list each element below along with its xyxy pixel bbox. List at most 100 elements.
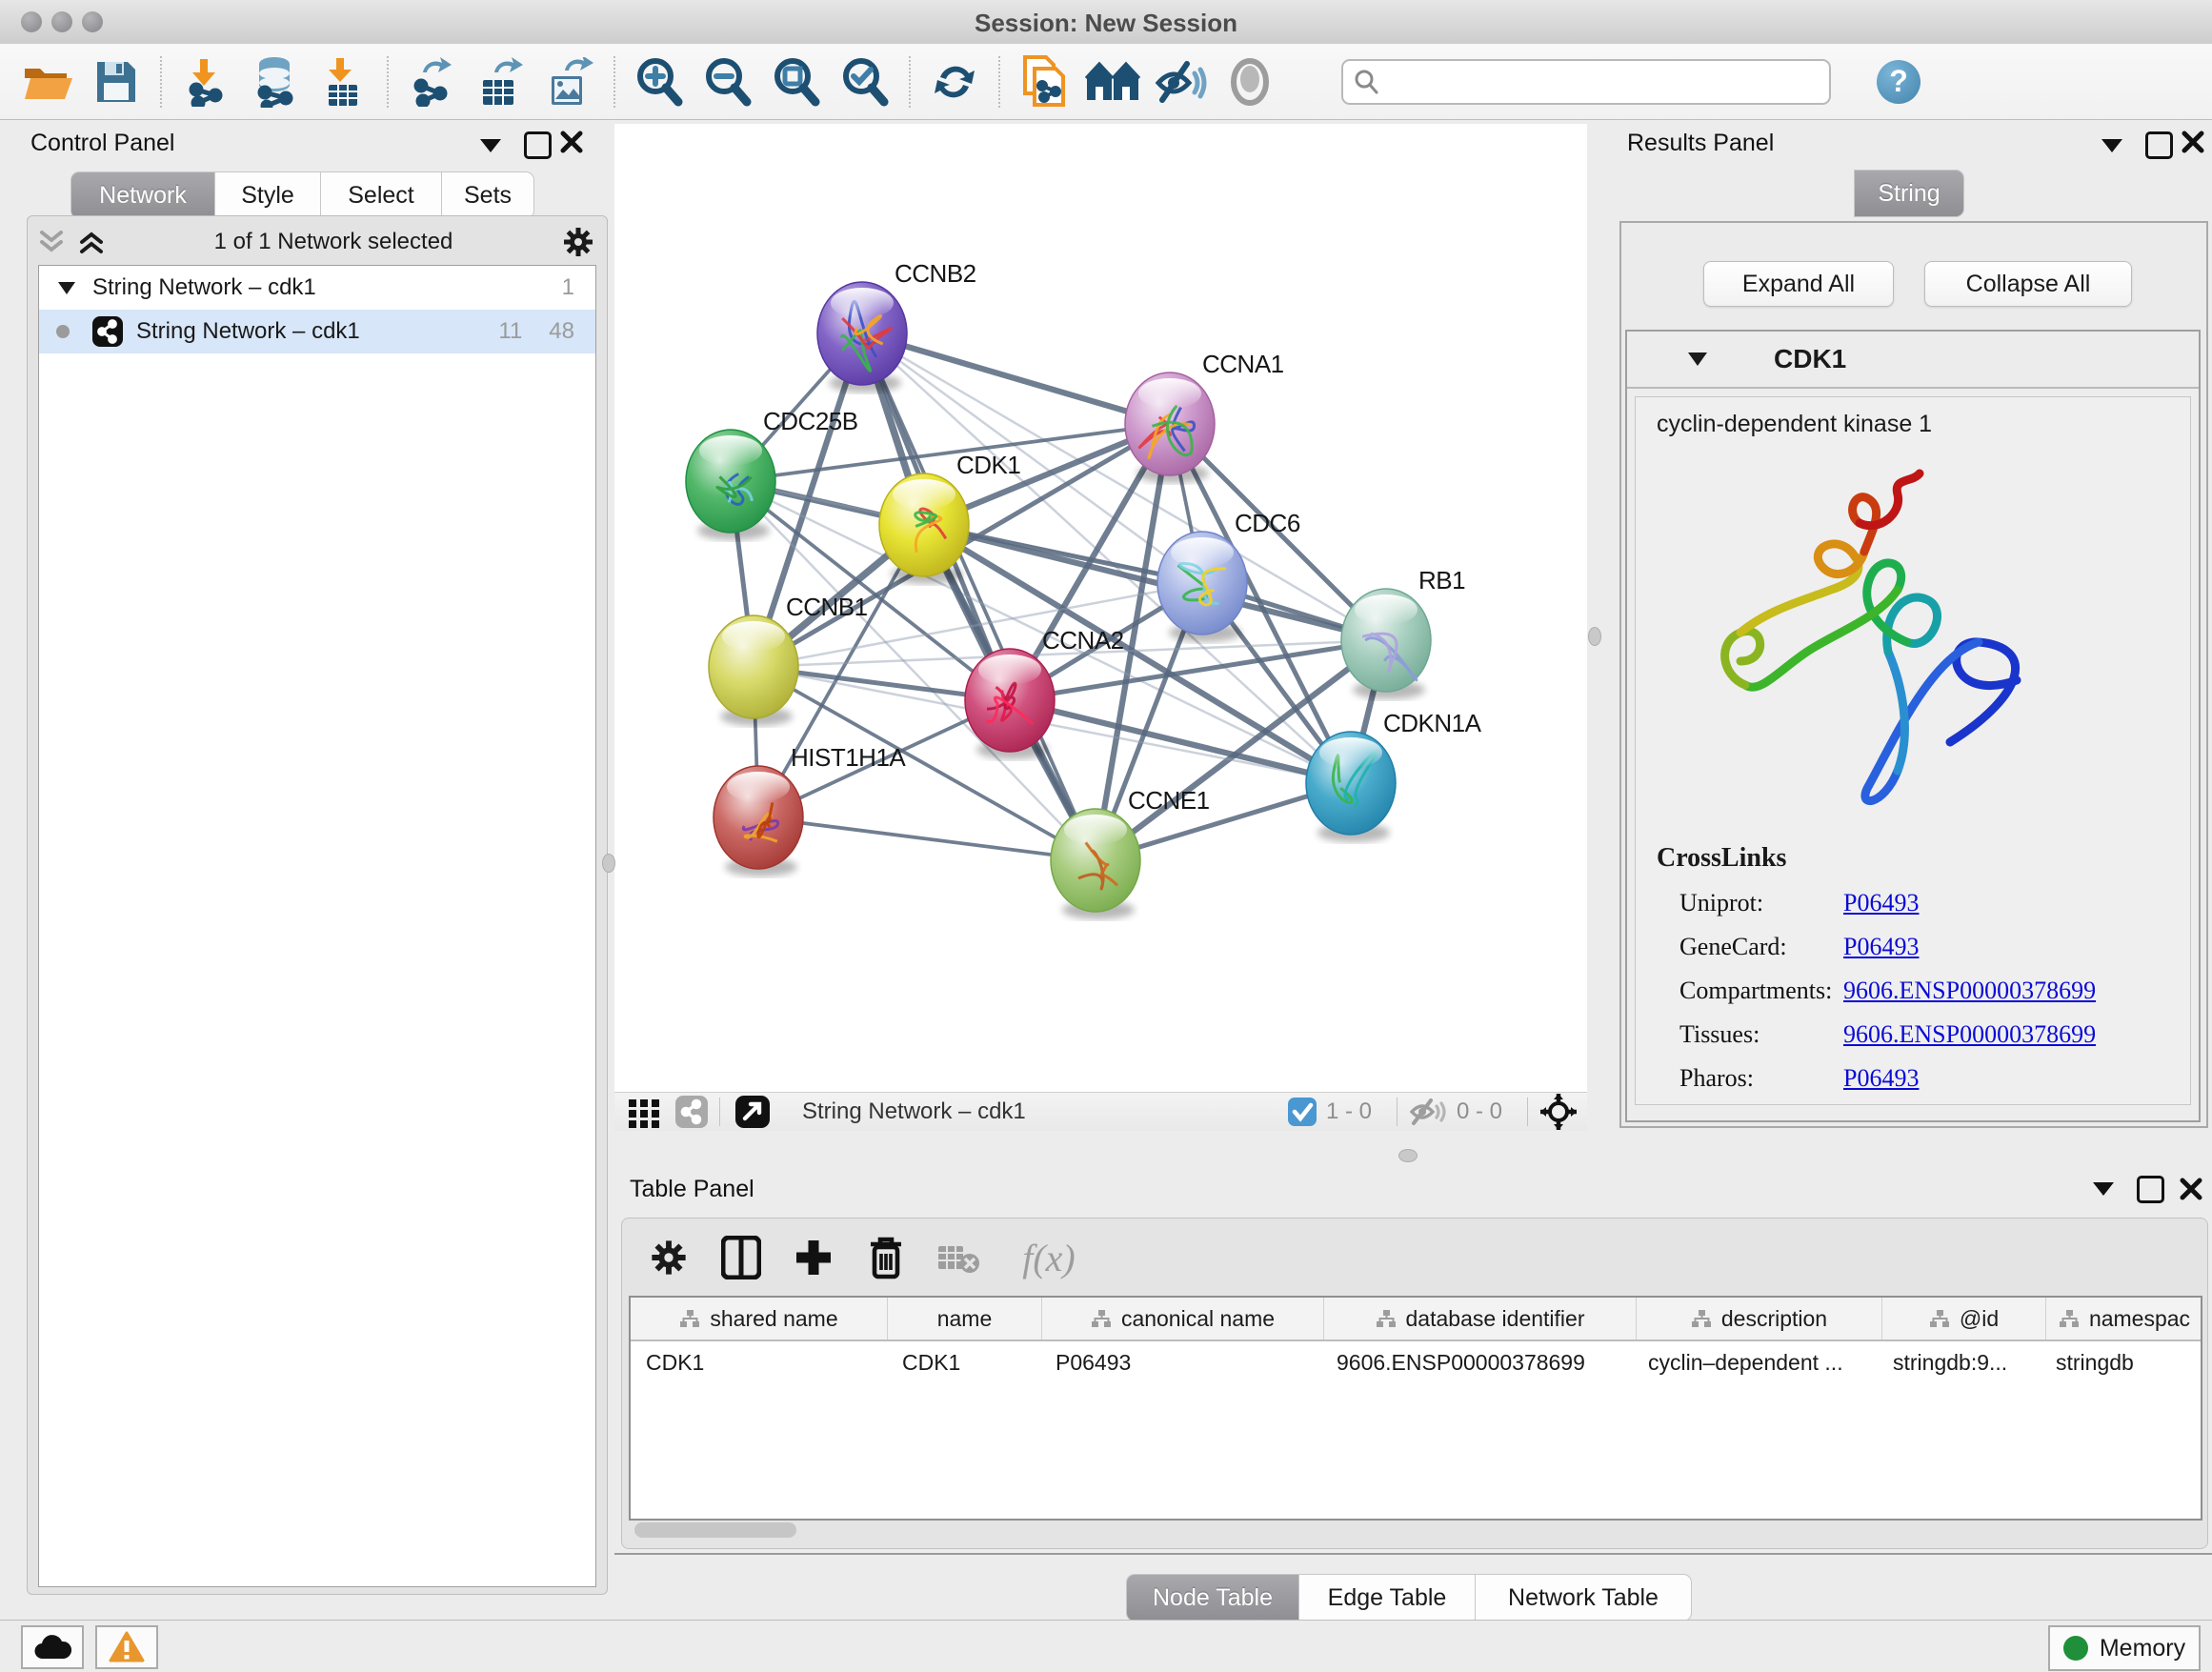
network-row[interactable]: String Network – cdk1 11 48: [39, 310, 595, 353]
column-header-@id[interactable]: @id: [1882, 1298, 2046, 1340]
warnings-button[interactable]: [95, 1625, 158, 1669]
table-cell[interactable]: CDK1: [887, 1341, 1040, 1383]
share-network-icon[interactable]: [675, 1096, 708, 1128]
table-row[interactable]: CDK1CDK1P064939606.ENSP00000378699cyclin…: [631, 1341, 2201, 1383]
control-panel-maximize-icon[interactable]: [524, 131, 552, 159]
crosslink-link[interactable]: 9606.ENSP00000378699: [1843, 977, 2096, 1005]
search-input[interactable]: [1341, 59, 1831, 105]
collapse-all-button[interactable]: Collapse All: [1924, 261, 2132, 307]
copy-network-button[interactable]: [1016, 54, 1072, 110]
column-header-shared-name[interactable]: shared name: [631, 1298, 888, 1340]
table-horizontal-scrollbar[interactable]: [634, 1522, 796, 1538]
node-CCNA1[interactable]: CCNA1: [1125, 350, 1284, 483]
table-panel-float-icon[interactable]: [2093, 1182, 2114, 1196]
table-cell[interactable]: P06493: [1040, 1341, 1321, 1383]
cloud-status-button[interactable]: [21, 1625, 84, 1669]
column-header-name[interactable]: name: [888, 1298, 1042, 1340]
tab-network[interactable]: Network: [70, 171, 215, 219]
crosslink-link[interactable]: P06493: [1843, 933, 1919, 961]
network-options-gear-icon[interactable]: [562, 226, 594, 258]
node-CDK1[interactable]: CDK1: [879, 451, 1020, 584]
node-HIST1H1A[interactable]: HIST1H1A: [714, 743, 906, 876]
results-panel-float-icon[interactable]: [2101, 139, 2122, 152]
node-CCNE1[interactable]: CCNE1: [1051, 786, 1210, 919]
tab-sets[interactable]: Sets: [442, 171, 534, 219]
home-layout-button[interactable]: [1085, 54, 1140, 110]
control-panel-float-icon[interactable]: [480, 139, 501, 152]
selected-checkbox-icon[interactable]: [1288, 1098, 1317, 1126]
node-CDKN1A[interactable]: CDKN1A: [1306, 709, 1482, 842]
export-network-button[interactable]: [405, 54, 460, 110]
delete-table-button[interactable]: [933, 1232, 984, 1283]
table-panel-maximize-icon[interactable]: [2137, 1176, 2164, 1203]
network-collection-row[interactable]: String Network – cdk1 1: [39, 266, 595, 310]
help-button[interactable]: ?: [1877, 60, 1920, 104]
column-header-database-identifier[interactable]: database identifier: [1324, 1298, 1637, 1340]
crosslink-link[interactable]: P06493: [1843, 889, 1919, 917]
export-table-button[interactable]: [473, 54, 529, 110]
birdseye-grid-icon[interactable]: [628, 1096, 660, 1128]
show-view-button[interactable]: [1222, 54, 1277, 110]
import-table-from-file-button[interactable]: [315, 54, 371, 110]
tab-style[interactable]: Style: [215, 171, 321, 219]
add-column-button[interactable]: [788, 1232, 839, 1283]
gene-section-header[interactable]: CDK1: [1627, 332, 2199, 389]
table-settings-button[interactable]: [643, 1232, 694, 1283]
hide-unhide-button[interactable]: [1154, 54, 1209, 110]
right-splitter-handle[interactable]: [1588, 627, 1601, 646]
column-header-namespac[interactable]: namespac: [2046, 1298, 2202, 1340]
zoom-fit-button[interactable]: [769, 54, 824, 110]
table-cell[interactable]: 9606.ENSP00000378699: [1321, 1341, 1633, 1383]
tab-string[interactable]: String: [1854, 170, 1964, 217]
fit-content-crosshair-icon[interactable]: [1539, 1093, 1578, 1131]
delete-column-button[interactable]: [860, 1232, 912, 1283]
table-panel-close-icon[interactable]: [2180, 1178, 2202, 1200]
import-network-from-file-button[interactable]: [178, 54, 233, 110]
collapse-all-networks-icon[interactable]: [78, 230, 105, 254]
node-CCNB2[interactable]: CCNB2: [817, 259, 976, 393]
control-panel-close-icon[interactable]: [560, 131, 583, 153]
column-header-canonical-name[interactable]: canonical name: [1042, 1298, 1324, 1340]
node-table[interactable]: shared namenamecanonical namedatabase id…: [629, 1296, 2202, 1521]
expand-all-networks-icon[interactable]: [38, 230, 65, 254]
zoom-in-button[interactable]: [632, 54, 687, 110]
crosslink-link[interactable]: P06493: [1843, 1064, 1919, 1093]
import-network-from-database-button[interactable]: [247, 54, 302, 110]
results-panel-maximize-icon[interactable]: [2145, 131, 2173, 159]
tab-node-table[interactable]: Node Table: [1126, 1574, 1299, 1622]
table-cell[interactable]: cyclin–dependent ...: [1633, 1341, 1878, 1383]
show-columns-button[interactable]: [715, 1232, 767, 1283]
search-text-field[interactable]: [1379, 64, 1829, 100]
left-splitter-handle[interactable]: [602, 854, 615, 873]
zoom-out-button[interactable]: [700, 54, 755, 110]
node-CDC25B[interactable]: CDC25B: [686, 407, 858, 540]
edge-CCNB2-CCNE1[interactable]: [862, 333, 1096, 860]
collection-expander-icon[interactable]: [58, 282, 75, 294]
column-header-description[interactable]: description: [1637, 1298, 1882, 1340]
horizontal-splitter-handle[interactable]: [1398, 1149, 1418, 1162]
zoom-selected-button[interactable]: [837, 54, 893, 110]
tab-edge-table[interactable]: Edge Table: [1299, 1574, 1476, 1622]
tab-network-table[interactable]: Network Table: [1476, 1574, 1692, 1622]
edge-HIST1H1A-CCNE1[interactable]: [758, 817, 1096, 860]
open-session-button[interactable]: [20, 54, 75, 110]
save-session-button[interactable]: [89, 54, 144, 110]
node-CDC6[interactable]: CDC6: [1157, 509, 1300, 642]
expand-all-button[interactable]: Expand All: [1703, 261, 1894, 307]
node-RB1[interactable]: RB1: [1341, 566, 1465, 699]
table-cell[interactable]: stringdb:9...: [1878, 1341, 2041, 1383]
open-in-window-button[interactable]: [732, 1096, 774, 1128]
tab-select[interactable]: Select: [321, 171, 442, 219]
gene-expander-icon[interactable]: [1688, 353, 1707, 366]
export-image-button[interactable]: [542, 54, 597, 110]
results-panel-close-icon[interactable]: [2182, 131, 2204, 153]
crosslink-link[interactable]: 9606.ENSP00000378699: [1843, 1020, 2096, 1049]
function-builder-button[interactable]: f(x): [1005, 1232, 1093, 1283]
table-cell[interactable]: CDK1: [631, 1341, 887, 1383]
table-cell[interactable]: stringdb: [2041, 1341, 2197, 1383]
memory-button[interactable]: Memory: [2048, 1625, 2201, 1671]
network-canvas[interactable]: CCNB2CCNA1CDC25BCDK1CDC6RB1CCNB1CCNA2CDK…: [614, 124, 1587, 1092]
refresh-view-button[interactable]: [927, 54, 982, 110]
node-CCNB1[interactable]: CCNB1: [709, 593, 868, 726]
edge-CCNB2-CCNA1[interactable]: [862, 333, 1170, 424]
